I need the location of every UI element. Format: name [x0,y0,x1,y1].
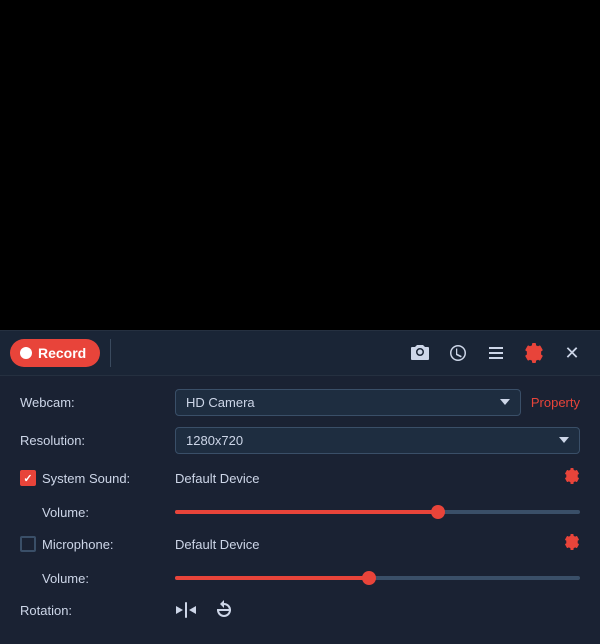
rotate-180-button[interactable] [213,599,235,621]
screenshot-button[interactable] [402,335,438,371]
system-volume-fill [175,510,438,514]
settings-icon [524,343,544,363]
microphone-label: Microphone: [20,536,175,552]
resolution-control: 1280x720 1920x1080 640x480 [175,427,580,454]
toolbar: Record ✕ [0,330,600,376]
resolution-select[interactable]: 1280x720 1920x1080 640x480 [175,427,580,454]
tools-button[interactable] [478,335,514,371]
system-device-control: Default Device [175,468,580,489]
system-sound-gear-icon[interactable] [564,468,580,489]
webcam-control: HD Camera Default Camera No Camera [175,389,521,416]
history-button[interactable] [440,335,476,371]
record-dot [20,347,32,359]
mic-volume-fill [175,576,369,580]
settings-button[interactable] [516,335,552,371]
resolution-label: Resolution: [20,433,175,448]
tools-icon [486,343,506,363]
rotation-control [175,599,580,621]
microphone-row: Microphone: Default Device [20,530,580,558]
property-link[interactable]: Property [531,395,580,410]
microphone-checkbox[interactable] [20,536,36,552]
resolution-row: Resolution: 1280x720 1920x1080 640x480 [20,426,580,454]
webcam-row: Webcam: HD Camera Default Camera No Came… [20,388,580,416]
mic-volume-row: Volume: [20,568,580,588]
system-volume-label: Volume: [20,505,175,520]
system-device-name: Default Device [175,471,556,486]
mic-volume-label: Volume: [20,571,175,586]
system-sound-checkbox[interactable] [20,470,36,486]
rotation-row: Rotation: [20,596,580,624]
history-icon [448,343,468,363]
microphone-gear-icon[interactable] [564,534,580,555]
system-volume-track [175,510,580,514]
webcam-label: Webcam: [20,395,175,410]
record-button[interactable]: Record [10,339,100,367]
mic-volume-slider[interactable] [175,568,580,588]
webcam-select[interactable]: HD Camera Default Camera No Camera [175,389,521,416]
mic-volume-thumb[interactable] [362,571,376,585]
mic-device-control: Default Device [175,534,580,555]
mic-device-name: Default Device [175,537,556,552]
system-volume-thumb[interactable] [431,505,445,519]
screenshot-icon [410,343,430,363]
flip-horizontal-button[interactable] [175,599,197,621]
system-sound-row: System Sound: Default Device [20,464,580,492]
video-preview [0,0,600,330]
rotate-icon [213,599,235,621]
system-volume-row: Volume: [20,502,580,522]
close-button[interactable]: ✕ [554,335,590,371]
system-sound-label: System Sound: [20,470,175,486]
toolbar-divider [110,339,111,367]
close-icon: ✕ [564,343,579,364]
record-label: Record [38,345,86,361]
settings-panel: Webcam: HD Camera Default Camera No Came… [0,376,600,644]
rotation-buttons [175,599,235,621]
flip-horizontal-icon [175,599,197,621]
system-volume-slider[interactable] [175,502,580,522]
rotation-label: Rotation: [20,603,175,618]
mic-volume-track [175,576,580,580]
